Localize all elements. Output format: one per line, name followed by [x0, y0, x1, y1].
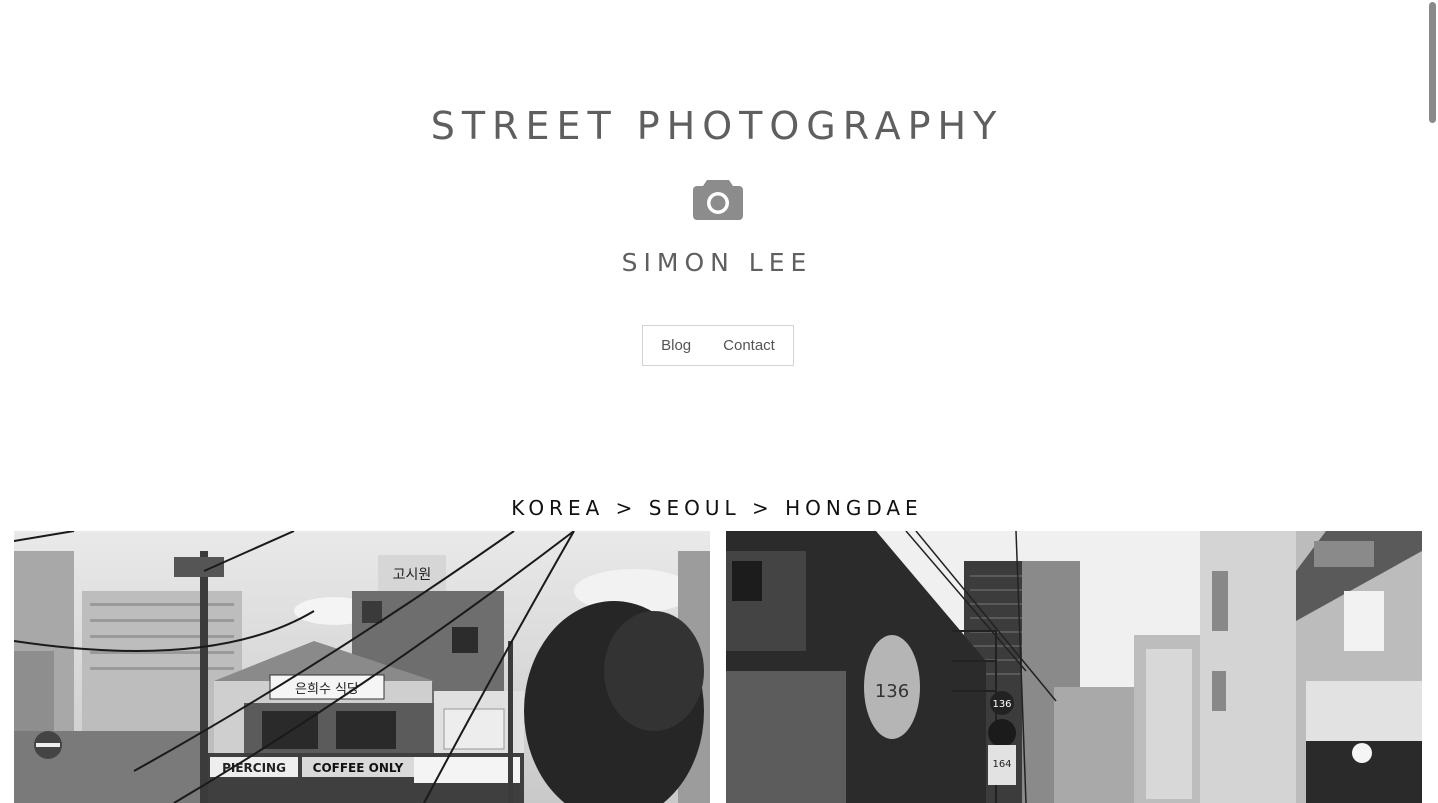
- page: STREET PHOTOGRAPHY SIMON LEE Blog Contac…: [0, 0, 1438, 803]
- street-photo-right[interactable]: 136 136 164: [726, 531, 1422, 803]
- photo-sign-136: 136: [992, 699, 1011, 710]
- camera-icon: [691, 176, 745, 222]
- street-photo-left[interactable]: 고시원 은희수 식당 PIERCING COFFEE ONLY: [14, 531, 710, 803]
- nav-contact-link[interactable]: Contact: [707, 337, 791, 354]
- svg-text:136: 136: [875, 681, 909, 702]
- photo-sign-restaurant: 은희수 식당: [295, 682, 359, 697]
- scrollbar-thumb[interactable]: [1429, 2, 1436, 123]
- photo-sign-164: 164: [992, 759, 1011, 770]
- site-title: STREET PHOTOGRAPHY: [430, 104, 1004, 148]
- main-nav: Blog Contact: [642, 325, 794, 366]
- gallery-breadcrumb: KOREA > SEOUL > HONGDAE: [511, 496, 923, 520]
- nav-blog-link[interactable]: Blog: [645, 337, 707, 354]
- author-name: SIMON LEE: [621, 248, 813, 277]
- photo-sign-goshiwon: 고시원: [393, 567, 432, 583]
- photo-sign-coffee: COFFEE ONLY: [313, 761, 404, 775]
- scrollbar[interactable]: [1428, 0, 1438, 803]
